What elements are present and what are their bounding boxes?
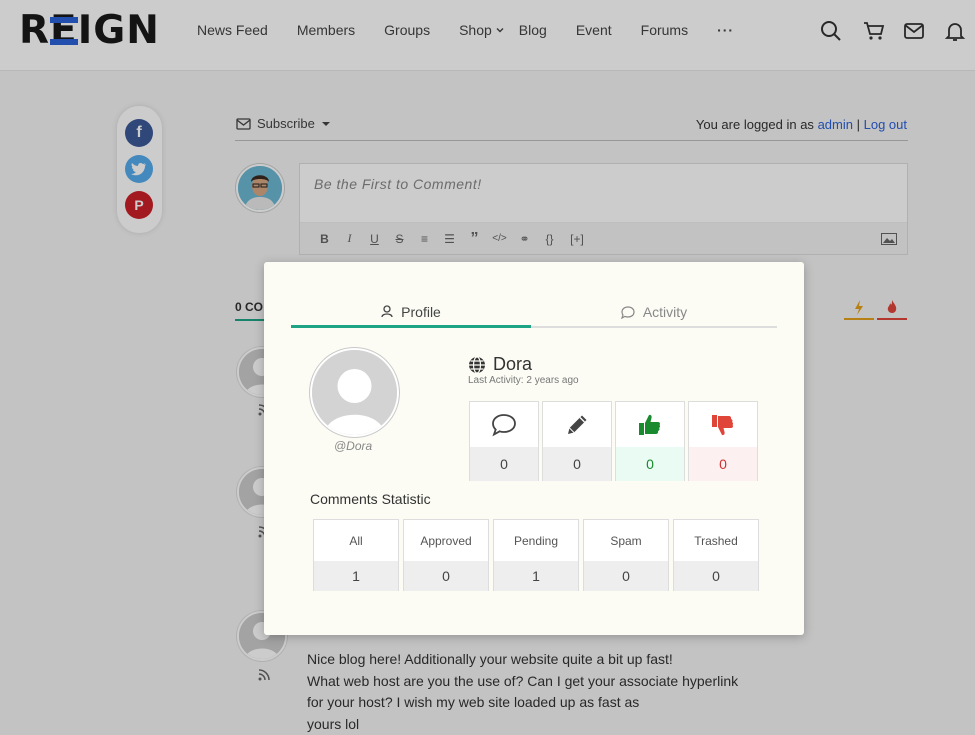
tab-profile-label: Profile [401, 303, 441, 320]
comments-count: 0 [470, 447, 538, 481]
tab-activity-label: Activity [642, 304, 688, 320]
tab-activity[interactable]: Activity [531, 298, 777, 328]
dislikes-stat-card: 0 [688, 401, 758, 481]
statistic-label: Spam [610, 533, 642, 548]
chat-icon [492, 413, 516, 436]
statistic-label: All [349, 533, 363, 548]
profile-avatar [310, 348, 399, 437]
statistic-label: Pending [513, 533, 559, 548]
edits-count: 0 [543, 447, 611, 481]
profile-handle: @Dora [334, 439, 373, 453]
edits-stat-card: 0 [542, 401, 612, 481]
likes-stat-card: 0 [615, 401, 685, 481]
user-icon [381, 305, 393, 318]
statistic-value: 0 [584, 561, 668, 591]
statistic-all: All 1 [313, 519, 399, 591]
default-avatar-icon [312, 350, 397, 435]
statistic-pending: Pending 1 [493, 519, 579, 591]
statistic-value: 0 [404, 561, 488, 591]
thumbs-down-icon [712, 414, 734, 435]
last-activity: Last Activity: 2 years ago [468, 375, 579, 386]
statistic-value: 0 [674, 561, 758, 591]
comments-stat-card: 0 [469, 401, 539, 481]
tab-profile[interactable]: Profile [291, 298, 531, 328]
statistic-approved: Approved 0 [403, 519, 489, 591]
globe-icon [469, 355, 485, 374]
pencil-icon [568, 415, 587, 434]
statistic-spam: Spam 0 [583, 519, 669, 591]
statistic-label: Approved [420, 533, 472, 548]
statistic-value: 1 [494, 561, 578, 591]
statistic-trashed: Trashed 0 [673, 519, 759, 591]
dislikes-count: 0 [689, 447, 757, 481]
profile-name: Dora [468, 354, 532, 375]
comments-statistic-title: Comments Statistic [310, 491, 431, 507]
user-profile-popup: Profile Activity @Dora Dora Last Activit… [264, 262, 804, 635]
profile-username: Dora [493, 354, 533, 374]
likes-count: 0 [616, 447, 684, 481]
statistic-label: Trashed [694, 533, 738, 548]
thumbs-up-icon [639, 414, 661, 435]
chat-icon [620, 305, 635, 319]
statistic-value: 1 [314, 561, 398, 591]
